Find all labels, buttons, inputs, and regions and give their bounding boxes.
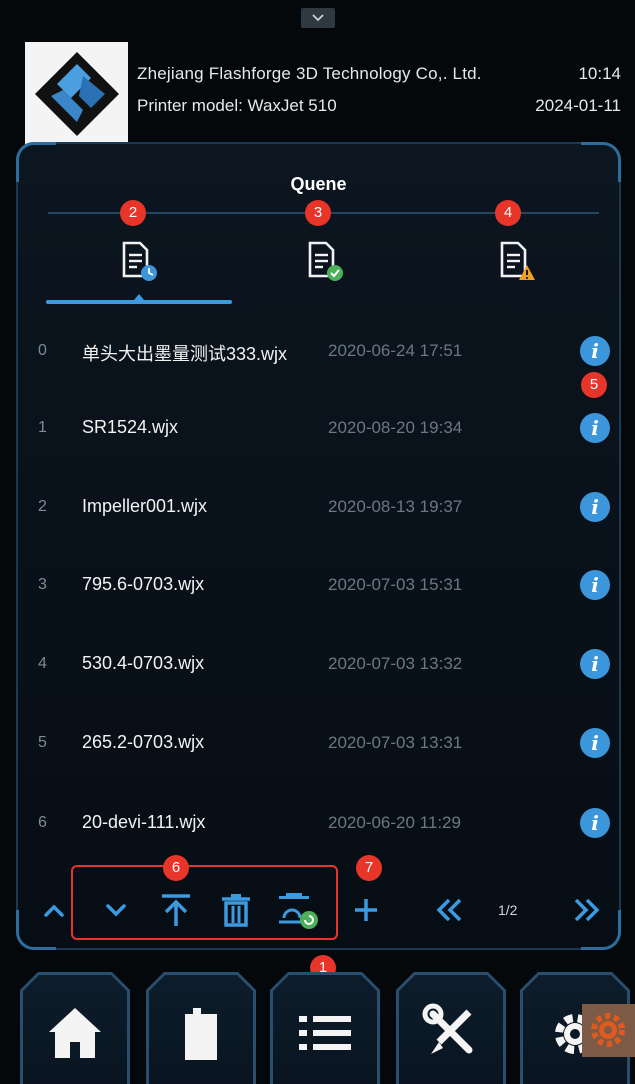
file-index: 3 <box>38 576 47 593</box>
file-index: 1 <box>38 419 47 436</box>
info-icon[interactable]: i <box>580 728 610 758</box>
callout-badge-3: 3 <box>305 200 331 226</box>
file-time: 2020-08-13 19:37 <box>328 497 463 516</box>
home-icon <box>49 1008 101 1058</box>
plus-icon <box>355 899 377 921</box>
document-check-icon <box>308 241 343 281</box>
next-page-button[interactable] <box>566 890 606 930</box>
callout-badge-7: 7 <box>356 855 382 881</box>
document-warning-icon <box>500 241 535 280</box>
list-item[interactable]: 3 795.6-0703.wjx 2020-07-03 15:31 i <box>16 566 616 606</box>
material-bottle-icon <box>185 1008 217 1060</box>
info-icon[interactable]: i <box>580 336 610 366</box>
file-name: 20-devi-111.wjx <box>82 812 206 832</box>
nav-tools[interactable] <box>396 972 506 1084</box>
callout-badge-6: 6 <box>163 855 189 881</box>
file-time: 2020-07-03 15:31 <box>328 575 463 594</box>
callout-badge-2: 2 <box>120 200 146 226</box>
file-index: 2 <box>38 498 47 515</box>
tab-failed[interactable] <box>498 240 538 284</box>
list-item[interactable]: 2 Impeller001.wjx 2020-08-13 19:37 i <box>16 488 616 528</box>
info-icon[interactable]: i <box>580 570 610 600</box>
file-time: 2020-07-03 13:32 <box>328 654 463 673</box>
file-index: 4 <box>38 655 47 672</box>
scroll-up-button[interactable] <box>34 890 74 930</box>
file-name: 530.4-0703.wjx <box>82 653 205 673</box>
nav-material[interactable] <box>146 972 256 1084</box>
file-index: 0 <box>38 342 47 359</box>
file-name: 795.6-0703.wjx <box>82 574 205 594</box>
list-item[interactable]: 5 265.2-0703.wjx 2020-07-03 13:31 i <box>16 724 616 764</box>
file-index: 6 <box>38 814 47 831</box>
active-tab-indicator <box>46 294 232 304</box>
nav-queue[interactable] <box>270 972 380 1084</box>
file-time: 2020-06-24 17:51 <box>328 341 463 360</box>
document-clock-icon <box>122 241 157 281</box>
info-icon[interactable]: i <box>580 808 610 838</box>
list-item[interactable]: 0 单头大出墨量测试333.wjx 2020-06-24 17:51 i <box>16 332 616 372</box>
add-file-button[interactable] <box>346 890 386 930</box>
company-name: Zhejiang Flashforge 3D Technology Co,. L… <box>137 64 482 83</box>
tools-icon <box>422 1003 473 1054</box>
previous-page-button[interactable] <box>430 890 470 930</box>
file-name: SR1524.wjx <box>82 417 179 437</box>
floating-assist-button[interactable] <box>582 1004 635 1057</box>
panel-title: Quene <box>290 174 347 194</box>
flashforge-logo <box>25 42 128 145</box>
tab-queued[interactable] <box>120 240 160 284</box>
file-time: 2020-06-20 11:29 <box>328 813 461 832</box>
nav-home[interactable] <box>20 972 130 1084</box>
file-name: 单头大出墨量测试333.wjx <box>82 344 288 364</box>
file-index: 5 <box>38 734 47 751</box>
info-icon[interactable]: i <box>580 413 610 443</box>
callout-badge-4: 4 <box>495 200 521 226</box>
printer-model: Printer model: WaxJet 510 <box>137 96 337 115</box>
callout-badge-5: 5 <box>581 372 607 398</box>
info-icon[interactable]: i <box>580 492 610 522</box>
list-item[interactable]: 6 20-devi-111.wjx 2020-06-20 11:29 i <box>16 804 616 844</box>
page-indicator: 1/2 <box>498 902 518 918</box>
file-time: 2020-08-20 19:34 <box>328 418 463 437</box>
callout-box-6 <box>71 865 338 940</box>
header: Zhejiang Flashforge 3D Technology Co,. L… <box>0 20 635 145</box>
clock-date: 2024-01-11 <box>535 96 621 115</box>
clock-time: 10:14 <box>578 64 621 83</box>
chevron-up-icon <box>44 904 64 917</box>
file-name: 265.2-0703.wjx <box>82 732 205 752</box>
double-chevron-right-icon <box>574 898 600 922</box>
flashforge-logo-icon <box>35 52 119 136</box>
gear-icon <box>591 1013 625 1047</box>
double-chevron-left-icon <box>436 898 462 922</box>
list-item[interactable]: 4 530.4-0703.wjx 2020-07-03 13:32 i <box>16 645 616 685</box>
file-time: 2020-07-03 13:31 <box>328 733 463 752</box>
list-item[interactable]: 1 SR1524.wjx 2020-08-20 19:34 i <box>16 409 616 449</box>
file-name: Impeller001.wjx <box>82 496 208 516</box>
tab-completed[interactable] <box>306 240 346 284</box>
printer-screen: Zhejiang Flashforge 3D Technology Co,. L… <box>0 0 635 1084</box>
info-icon[interactable]: i <box>580 649 610 679</box>
list-icon <box>299 1016 351 1050</box>
